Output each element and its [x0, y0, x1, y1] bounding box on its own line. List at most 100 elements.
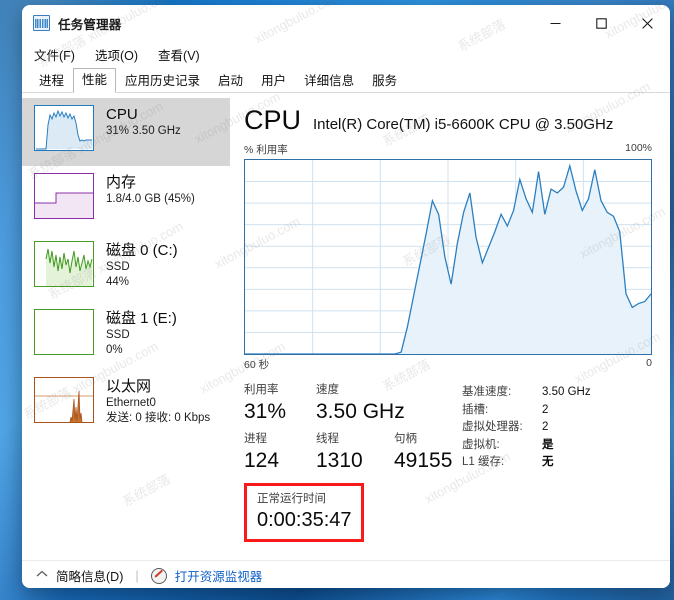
sidebar-item-memory[interactable]: 内存 1.8/4.0 GB (45%) — [22, 166, 230, 234]
menu-item-options[interactable]: 选项(O) — [95, 45, 138, 64]
y-axis-max-label: 100% — [625, 142, 652, 154]
sidebar-item-ethernet[interactable]: 以太网 Ethernet0 发送: 0 接收: 0 Kbps — [22, 370, 230, 438]
stats-row-2: 进程 124 线程 1310 句柄 49155 — [244, 431, 456, 474]
menu-bar: 文件(F) 选项(O) 查看(V) — [22, 41, 670, 67]
sidebar-item-sub1: Ethernet0 — [106, 397, 156, 409]
cpu-statistics: 利用率 31% 速度 3.50 GHz 进程 124 线程 1310 句柄 49… — [244, 382, 652, 474]
tab-services[interactable]: 服务 — [363, 69, 406, 93]
sidebar-item-sub1: 1.8/4.0 GB (45%) — [106, 193, 195, 205]
tab-users[interactable]: 用户 — [252, 69, 295, 93]
uptime-label: 正常运行时间 — [257, 493, 326, 505]
title-bar: 任务管理器 — [22, 5, 670, 41]
sidebar-item-label: CPU — [106, 106, 138, 123]
minimize-button[interactable] — [532, 5, 578, 41]
tab-performance[interactable]: 性能 — [73, 68, 117, 93]
stat-value: 31% — [244, 400, 287, 423]
sidebar-item-label: 内存 — [106, 174, 137, 191]
sidebar-item-sub2: 44% — [106, 276, 130, 288]
sidebar-cpu-text: CPU 31% 3.50 GHz — [106, 105, 181, 139]
status-bar: 简略信息(D) | 打开资源监视器 — [22, 560, 670, 588]
sidebar-item-disk0[interactable]: 磁盘 0 (C:) SSD 44% — [22, 234, 230, 302]
cpu-chart-svg — [245, 160, 651, 354]
graph-time-labels: 60 秒 0 — [244, 357, 652, 372]
sidebar-item-sub1: SSD — [106, 261, 130, 273]
spec-label: 插槽: — [462, 403, 489, 416]
x-axis-left-label: 60 秒 — [244, 359, 270, 371]
close-button[interactable] — [624, 5, 670, 41]
tab-startup[interactable]: 启动 — [209, 69, 252, 93]
sidebar-item-sub1: SSD — [106, 329, 130, 341]
content-area: CPU 31% 3.50 GHz 内存 1.8/4.0 GB (45%) 磁盘 … — [22, 93, 670, 560]
chart-icon — [33, 15, 50, 31]
stat-label: 线程 — [316, 433, 339, 445]
sidebar-disk1-text: 磁盘 1 (E:) SSD 0% — [106, 309, 177, 358]
sidebar-item-sub2: 0% — [106, 344, 123, 356]
spec-sockets: 插槽: 2 — [462, 402, 591, 420]
sidebar-ethernet-text: 以太网 Ethernet0 发送: 0 接收: 0 Kbps — [106, 377, 210, 426]
stat-label: 句柄 — [394, 433, 417, 445]
stat-value: 49155 — [394, 449, 453, 472]
window-title: 任务管理器 — [58, 17, 122, 32]
stat-label: 进程 — [244, 433, 267, 445]
sidebar-disk0-text: 磁盘 0 (C:) SSD 44% — [106, 241, 178, 290]
stat-threads: 线程 1310 — [316, 431, 394, 474]
sidebar-item-label: 磁盘 0 (C:) — [106, 242, 178, 259]
sidebar-item-label: 磁盘 1 (E:) — [106, 310, 177, 327]
spec-value: 2 — [542, 421, 549, 433]
menu-item-view[interactable]: 查看(V) — [158, 45, 200, 64]
maximize-button[interactable] — [578, 5, 624, 41]
y-axis-label: % 利用率 — [244, 144, 288, 156]
resource-monitor-icon[interactable] — [150, 567, 167, 584]
sidebar-item-sub2: 发送: 0 接收: 0 Kbps — [106, 412, 211, 424]
sidebar-item-label: 以太网 — [106, 378, 152, 395]
spec-label: 虚拟机: — [462, 438, 500, 451]
stat-value: 1310 — [316, 449, 363, 472]
cpu-utilization-graph — [244, 159, 652, 355]
spec-label: 虚拟处理器: — [462, 421, 523, 433]
sidebar-item-disk1[interactable]: 磁盘 1 (E:) SSD 0% — [22, 302, 230, 370]
cpu-detail-panel: CPU Intel(R) Core(TM) i5-6600K CPU @ 3.5… — [230, 93, 670, 560]
tab-app-history[interactable]: 应用历史记录 — [116, 69, 209, 93]
spec-base-speed: 基准速度: 3.50 GHz — [462, 384, 591, 402]
stat-speed: 速度 3.50 GHz — [316, 382, 405, 425]
memory-thumbnail-graph — [34, 173, 94, 219]
spec-value: 无 — [542, 456, 554, 468]
chevron-up-icon[interactable] — [36, 570, 48, 581]
uptime-highlight-box: 正常运行时间 0:00:35:47 — [244, 483, 364, 542]
stat-handles: 句柄 49155 — [394, 431, 452, 474]
open-resource-monitor-link[interactable]: 打开资源监视器 — [175, 566, 263, 585]
stat-label: 速度 — [316, 384, 339, 396]
spec-label: 基准速度: — [462, 386, 512, 398]
graph-axis-labels: % 利用率 100% — [244, 142, 652, 157]
stat-value: 124 — [244, 449, 280, 472]
status-divider: | — [135, 568, 139, 583]
ethernet-thumbnail-graph — [34, 377, 94, 423]
cpu-specs: 基准速度: 3.50 GHz 插槽: 2 虚拟处理器: 2 虚拟机: 是 L1 … — [456, 382, 591, 474]
resource-sidebar: CPU 31% 3.50 GHz 内存 1.8/4.0 GB (45%) 磁盘 … — [22, 93, 230, 560]
sidebar-memory-text: 内存 1.8/4.0 GB (45%) — [106, 173, 195, 207]
x-axis-right-label: 0 — [646, 357, 652, 369]
window-controls — [532, 5, 670, 41]
spec-label: L1 缓存: — [462, 456, 505, 468]
sidebar-item-cpu[interactable]: CPU 31% 3.50 GHz — [22, 98, 230, 166]
task-manager-window: 任务管理器 文件(F) 选项(O) 查看(V) 进程 性能 应用历史记录 启动 … — [22, 5, 670, 588]
stat-label: 利用率 — [244, 384, 279, 396]
spec-value: 2 — [542, 403, 549, 416]
spec-value: 是 — [542, 438, 554, 451]
cpu-model-label: Intel(R) Core(TM) i5-6600K CPU @ 3.50GHz — [313, 116, 614, 133]
menu-item-file[interactable]: 文件(F) — [34, 45, 75, 64]
spec-l1-cache: L1 缓存: 无 — [462, 454, 591, 472]
cpu-header: CPU Intel(R) Core(TM) i5-6600K CPU @ 3.5… — [244, 105, 652, 135]
uptime-value: 0:00:35:47 — [257, 509, 352, 531]
page-title: CPU — [244, 105, 302, 135]
tab-processes[interactable]: 进程 — [30, 69, 73, 93]
tab-details[interactable]: 详细信息 — [295, 69, 363, 93]
fewer-details-button[interactable]: 简略信息(D) — [56, 566, 123, 585]
spec-value: 3.50 GHz — [542, 386, 591, 398]
cpu-thumbnail-graph — [34, 105, 94, 151]
disk0-thumbnail-graph — [34, 241, 94, 287]
sidebar-item-sub1: 31% 3.50 GHz — [106, 125, 181, 137]
stat-processes: 进程 124 — [244, 431, 316, 474]
stat-value: 3.50 GHz — [316, 400, 405, 423]
tab-strip: 进程 性能 应用历史记录 启动 用户 详细信息 服务 — [22, 67, 670, 93]
